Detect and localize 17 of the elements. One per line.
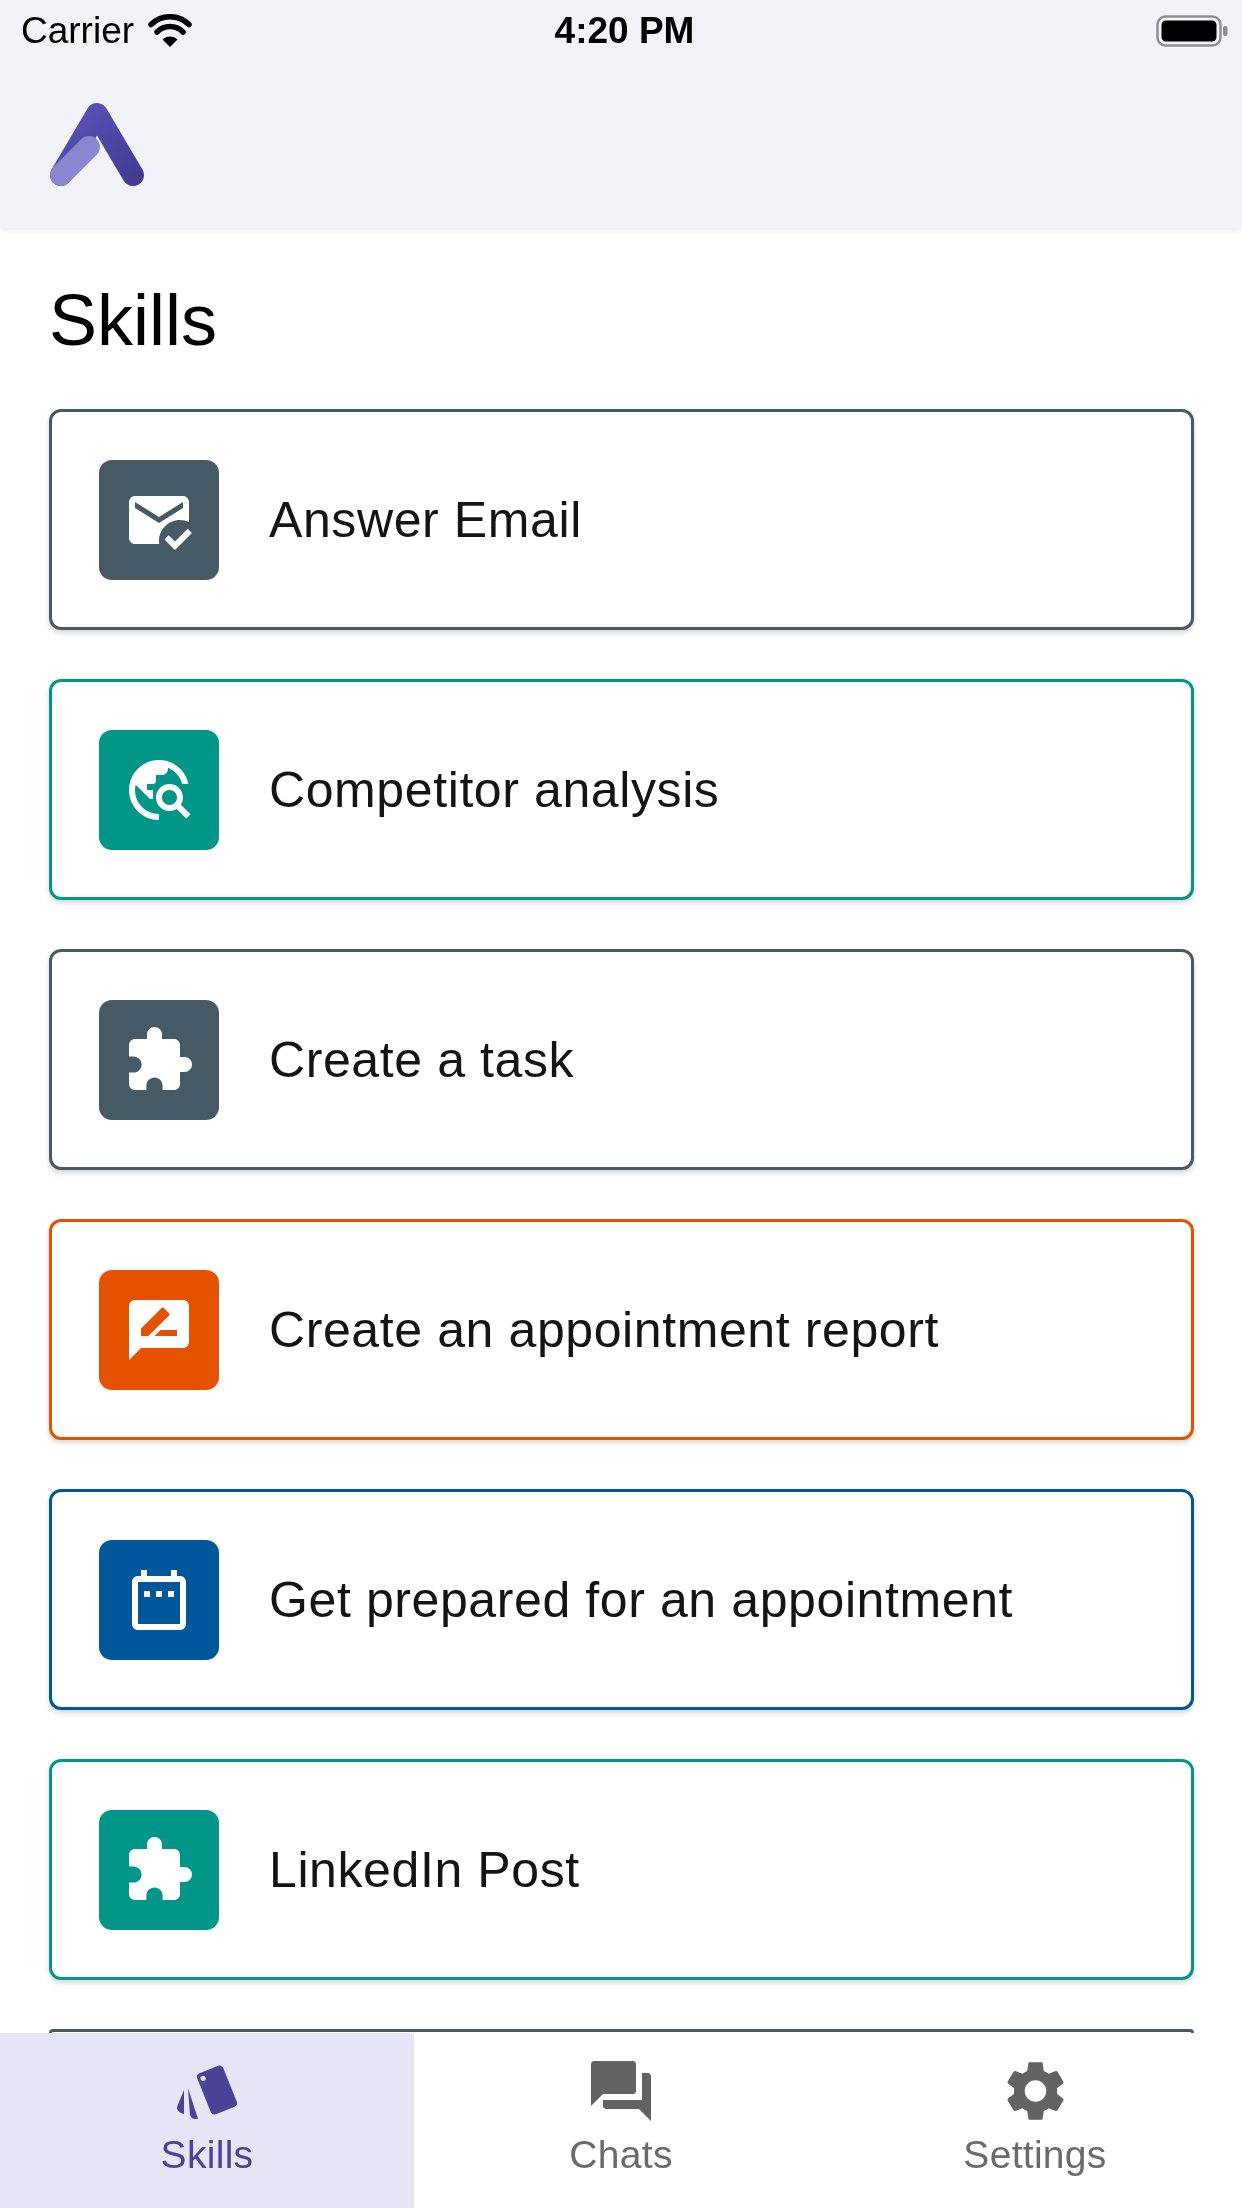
status-time: 4:20 PM xyxy=(554,9,695,53)
cards-icon xyxy=(175,2062,239,2120)
carrier-name: Carrier xyxy=(21,9,135,53)
skill-card[interactable] xyxy=(49,2029,1194,2033)
settings-icon xyxy=(1006,2061,1064,2121)
wifi-icon xyxy=(148,14,193,48)
skill-card[interactable]: Competitor analysis xyxy=(49,679,1194,900)
skill-card[interactable]: Create a task xyxy=(49,949,1194,1170)
skill-card[interactable]: Create an appointment report xyxy=(49,1219,1194,1440)
logo-icon xyxy=(49,102,145,188)
page-title: Skills xyxy=(49,279,218,362)
chat-bubbles-icon xyxy=(591,2061,651,2121)
nav-tab[interactable]: Skills xyxy=(0,2033,414,2208)
skill-card[interactable]: LinkedIn Post xyxy=(49,1759,1194,1980)
skill-card[interactable]: Answer Email xyxy=(49,409,1194,630)
battery-icon xyxy=(1156,15,1228,47)
skill-card[interactable]: Get prepared for an appointment xyxy=(49,1489,1194,1710)
